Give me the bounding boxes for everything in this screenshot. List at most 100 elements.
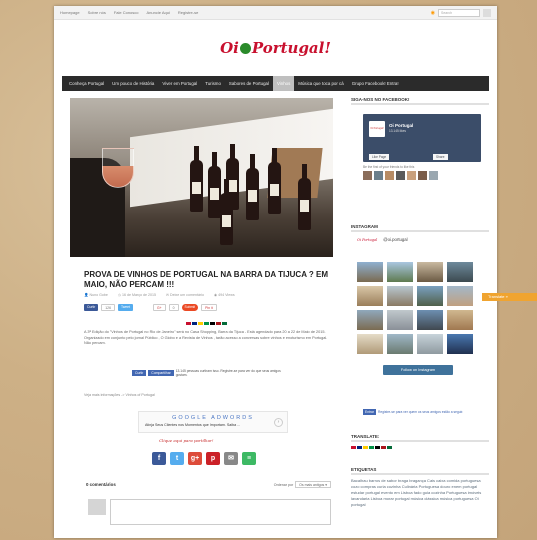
flag-icon[interactable] — [369, 446, 374, 449]
order-select[interactable]: Os mais antigos ▾ — [295, 481, 331, 488]
fb-page-name[interactable]: Oi Portugal — [389, 123, 413, 128]
search-icon[interactable] — [483, 8, 491, 17]
language-flags — [186, 322, 227, 325]
fb-like-button[interactable]: Curtir — [84, 304, 99, 311]
insta-photo[interactable] — [357, 310, 383, 330]
date: ◷ 16 de Março de 2015 — [117, 293, 156, 297]
avatar[interactable] — [429, 171, 438, 180]
avatar[interactable] — [363, 171, 372, 180]
insta-photo[interactable] — [417, 334, 443, 354]
insta-photo[interactable] — [357, 286, 383, 306]
gplus-icon[interactable]: g+ — [188, 452, 202, 465]
flag-icon[interactable] — [381, 446, 386, 449]
bottle-shape — [220, 179, 233, 245]
see-more-link[interactable]: Veja mais informações -> Vinhos of Portu… — [84, 393, 155, 397]
insta-photo[interactable] — [357, 334, 383, 354]
site-logo[interactable]: Oi Portugal! — [220, 39, 331, 57]
insta-photo[interactable] — [417, 286, 443, 306]
comments-link-text: Deixe um comentário — [170, 293, 204, 297]
comment-input[interactable] — [110, 499, 331, 525]
fb-like-box: Curtir Compartilhar 13.145 pessoas curti… — [132, 367, 282, 379]
top-link-advertise[interactable]: Anuncie Aqui — [147, 10, 170, 15]
author[interactable]: 👤 Nuno Gobe — [84, 293, 108, 297]
rooster-icon — [239, 43, 251, 54]
ad-banner[interactable]: GOOGLE ADWORDS Atinja Seus Clientes nos … — [138, 411, 288, 433]
fb-widget-title-wrap: Siga-nos no Facebook! — [351, 97, 489, 105]
nav-item-musica[interactable]: Música que toca por cá — [294, 76, 347, 91]
insta-header: Oi Portugal @oi.portugal — [357, 237, 408, 242]
insta-photo[interactable] — [387, 334, 413, 354]
facebook-icon[interactable]: f — [152, 452, 166, 465]
top-link-register[interactable]: Registre-se — [178, 10, 198, 15]
comments-link[interactable]: ✉ Deixe um comentário — [166, 293, 204, 297]
nav-item-conheca[interactable]: Conheça Portugal — [65, 76, 108, 91]
tweet-button[interactable]: Tweet — [117, 304, 134, 311]
avatar[interactable] — [407, 171, 416, 180]
avatar[interactable] — [385, 171, 394, 180]
tag-cloud[interactable]: Bacalhau barros de sabor braga bragança … — [351, 478, 489, 508]
flag-icon[interactable] — [210, 322, 215, 325]
insta-photo[interactable] — [387, 286, 413, 306]
avatar[interactable] — [396, 171, 405, 180]
nav-item-sabores[interactable]: Sabores de Portugal — [225, 76, 273, 91]
flag-icon[interactable] — [222, 322, 227, 325]
insta-photo[interactable] — [417, 310, 443, 330]
flag-icon[interactable] — [198, 322, 203, 325]
fb-compartilhar-button[interactable]: Compartilhar — [148, 370, 174, 376]
bottle-shape — [268, 148, 281, 214]
fb-login-text: Registre-se para ver quem os seus amigos… — [377, 410, 464, 414]
search-input[interactable]: Search — [438, 8, 480, 17]
top-link-contact[interactable]: Fale Conosco — [114, 10, 139, 15]
pin-it-button[interactable]: Pin it — [201, 304, 217, 311]
translate-tab[interactable]: Translate » — [482, 293, 537, 301]
flag-icon[interactable] — [204, 322, 209, 325]
avatar[interactable] — [374, 171, 383, 180]
flag-icon[interactable] — [375, 446, 380, 449]
fb-like-text: 13.145 pessoas curtiram isso. Registre-s… — [175, 369, 281, 377]
chevron-right-icon[interactable]: › — [274, 418, 283, 427]
flag-icon[interactable] — [192, 322, 197, 325]
nav-item-vinhos[interactable]: Vinhos — [272, 76, 295, 91]
twitter-icon[interactable]: t — [170, 452, 184, 465]
nav-item-viver[interactable]: Viver em Portugal — [158, 76, 201, 91]
flag-icon[interactable] — [387, 446, 392, 449]
insta-photo[interactable] — [357, 262, 383, 282]
insta-photo[interactable] — [387, 262, 413, 282]
top-link-homepage[interactable]: Homepage — [60, 10, 80, 15]
flag-icon[interactable] — [216, 322, 221, 325]
order-value: Os mais antigos — [299, 483, 325, 487]
nav-item-historia[interactable]: Um pouco de História — [108, 76, 158, 91]
top-link-about[interactable]: Sobre nós — [88, 10, 106, 15]
insta-photo[interactable] — [447, 286, 473, 306]
fb-like-page-button[interactable]: Like Page — [369, 154, 390, 160]
flag-icon[interactable] — [186, 322, 191, 325]
insta-handle[interactable]: @oi.portugal — [383, 237, 407, 242]
share-icon[interactable]: ≡ — [242, 452, 256, 465]
rss-icon[interactable]: ◉ — [431, 10, 435, 16]
insta-photo[interactable] — [447, 334, 473, 354]
insta-photo[interactable] — [417, 262, 443, 282]
insta-photo[interactable] — [447, 310, 473, 330]
flag-icon[interactable] — [363, 446, 368, 449]
fb-share-button[interactable]: Share — [433, 154, 448, 160]
share-buttons: f t g+ p ✉ ≡ — [152, 452, 256, 465]
insta-photo[interactable] — [447, 262, 473, 282]
stumbleupon-submit-button[interactable]: Submit — [181, 304, 199, 311]
gplus-button[interactable]: G+ — [153, 304, 166, 311]
fb-page-widget[interactable]: Oi Portugal! Oi Portugal 13.145 likes Li… — [363, 114, 481, 162]
follow-instagram-button[interactable]: Follow on Instagram — [383, 365, 453, 375]
insta-photo[interactable] — [387, 310, 413, 330]
article-title[interactable]: Prova de Vinhos de Portugal na Barra da … — [84, 270, 329, 290]
pinterest-icon[interactable]: p — [206, 452, 220, 465]
email-icon[interactable]: ✉ — [224, 452, 238, 465]
article-hero-image — [70, 98, 333, 257]
nav-item-turismo[interactable]: Turismo — [201, 76, 225, 91]
nav-item-facebook-group[interactable]: Grupo Facebook! Entra! — [348, 76, 403, 91]
flag-icon[interactable] — [351, 446, 356, 449]
date-text: 16 de Março de 2015 — [122, 293, 156, 297]
flag-icon[interactable] — [357, 446, 362, 449]
avatar[interactable] — [418, 171, 427, 180]
fb-login-button[interactable]: Entrar — [363, 409, 376, 415]
comments-count: 0 comentários — [86, 482, 116, 487]
fb-curtir-button[interactable]: Curtir — [132, 370, 147, 376]
